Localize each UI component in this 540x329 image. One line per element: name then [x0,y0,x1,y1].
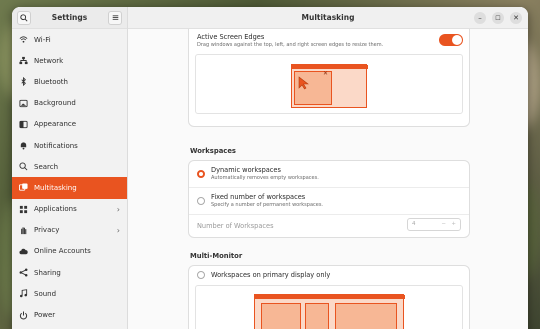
edges-preview: ✕ [195,54,463,114]
dynamic-workspaces-title: Dynamic workspaces [211,166,281,174]
content: Active Screen Edges Drag windows against… [128,29,528,329]
fixed-workspaces-radio[interactable] [197,197,205,205]
minimize-icon: – [478,14,482,22]
sidebar-nav: Wi-Fi Network Bluetooth Background Appearanc… [12,29,127,326]
power-icon [19,310,28,320]
maximize-button[interactable]: ☐ [492,12,504,24]
search-icon [19,162,28,171]
fixed-workspaces-row[interactable]: Fixed number of workspaces Specify a num… [189,188,469,215]
screen-preview: ✕ [291,64,368,108]
workspace-thumb-2 [305,303,329,329]
primary-display-radio[interactable] [197,271,205,279]
maximize-icon: ☐ [495,14,501,22]
appearance-icon [19,120,28,129]
wifi-icon [19,35,28,44]
sidebar-item-label: Bluetooth [34,77,68,86]
sidebar-item-search[interactable]: Search [12,156,127,177]
sidebar: Settings Wi-Fi Network Bluetooth Background… [12,7,128,329]
multimonitor-card: Workspaces on primary display only [188,265,470,329]
sidebar-item-label: Online Accounts [34,247,91,256]
dynamic-workspaces-subtitle: Automatically removes empty workspaces. [211,175,319,181]
edges-row: Active Screen Edges Drag windows against… [189,29,469,51]
chevron-right-icon: › [116,204,120,214]
primary-display-title: Workspaces on primary display only [211,271,331,279]
sidebar-item-applications[interactable]: Applications › [12,199,127,220]
sidebar-item-online-accounts[interactable]: Online Accounts [12,241,127,262]
edges-card: Active Screen Edges Drag windows against… [188,29,470,127]
sidebar-item-label: Appearance [34,120,77,129]
menu-button[interactable] [108,10,122,25]
bell-icon [19,141,28,150]
sidebar-item-label: Background [34,99,76,108]
workspace-thumb-1 [261,303,301,329]
sidebar-title: Settings [51,13,88,22]
fixed-workspaces-title: Fixed number of workspaces [211,193,306,201]
settings-window: Settings Wi-Fi Network Bluetooth Background… [12,7,528,329]
sidebar-item-privacy[interactable]: Privacy › [12,220,127,241]
sidebar-item-label: Network [34,56,64,65]
sidebar-item-notifications[interactable]: Notifications [12,135,127,156]
cloud-icon [19,247,28,256]
close-icon: ✕ [513,14,519,22]
workspaces-card: Dynamic workspaces Automatically removes… [188,160,470,238]
sidebar-item-network[interactable]: Network [12,50,127,71]
sidebar-item-label: Privacy [34,226,60,235]
edges-toggle[interactable] [439,34,463,46]
primary-display-row[interactable]: Workspaces on primary display only [189,266,469,284]
multimonitor-heading: Multi-Monitor [190,252,243,260]
workspaces-heading: Workspaces [190,147,236,155]
fixed-workspaces-subtitle: Specify a number of permanent workspaces… [211,202,324,208]
sidebar-item-label: Wi-Fi [34,35,51,44]
monitor-preview [254,294,405,329]
workspace-thumb-3 [335,303,397,329]
sidebar-item-sound[interactable]: Sound [12,283,127,304]
hamburger-icon [112,15,118,20]
sidebar-item-appearance[interactable]: Appearance [12,114,127,135]
search-icon [20,13,28,22]
background-icon [19,99,28,108]
main-panel: Multitasking – ☐ ✕ Active Screen Edges D… [128,7,528,329]
increment-icon: + [451,221,456,227]
bluetooth-icon [19,77,28,87]
sidebar-item-wi-fi[interactable]: Wi-Fi [12,29,127,50]
sidebar-item-power[interactable]: Power [12,304,127,325]
multimonitor-preview [195,285,463,329]
sidebar-item-label: Search [34,162,59,171]
multitasking-icon [19,183,28,192]
number-of-workspaces-spinner: 4 − + [407,218,461,231]
chevron-right-icon: › [116,225,120,235]
music-icon [19,289,28,298]
dynamic-workspaces-radio[interactable] [197,170,205,178]
cursor-icon [298,75,310,94]
sidebar-item-multitasking[interactable]: Multitasking [12,177,127,199]
edges-subtitle: Drag windows against the top, left, and … [197,42,384,48]
sidebar-item-label: Applications [34,205,77,214]
share-icon [19,268,28,277]
number-of-workspaces-value: 4 [412,221,416,227]
network-icon [19,56,28,65]
sidebar-header: Settings [12,7,127,29]
number-of-workspaces-row: Number of Workspaces 4 − + [189,215,469,237]
sidebar-item-sharing[interactable]: Sharing [12,262,127,283]
page-title: Multitasking [301,13,355,22]
edges-title: Active Screen Edges [197,33,265,41]
applications-icon [19,205,28,214]
minimize-button[interactable]: – [474,12,486,24]
sidebar-item-background[interactable]: Background [12,93,127,114]
close-preview-icon: ✕ [323,70,329,77]
titlebar: Multitasking – ☐ ✕ [128,7,528,29]
decrement-icon: − [441,221,446,227]
sidebar-item-bluetooth[interactable]: Bluetooth [12,71,127,92]
sidebar-item-label: Multitasking [34,183,77,192]
sidebar-item-label: Notifications [34,141,78,150]
search-button[interactable] [17,10,31,25]
dynamic-workspaces-row[interactable]: Dynamic workspaces Automatically removes… [189,161,469,188]
sidebar-item-label: Sharing [34,268,61,277]
close-button[interactable]: ✕ [510,12,522,24]
hand-icon [19,226,28,235]
sidebar-item-label: Power [34,311,56,320]
sidebar-item-label: Sound [34,289,57,298]
